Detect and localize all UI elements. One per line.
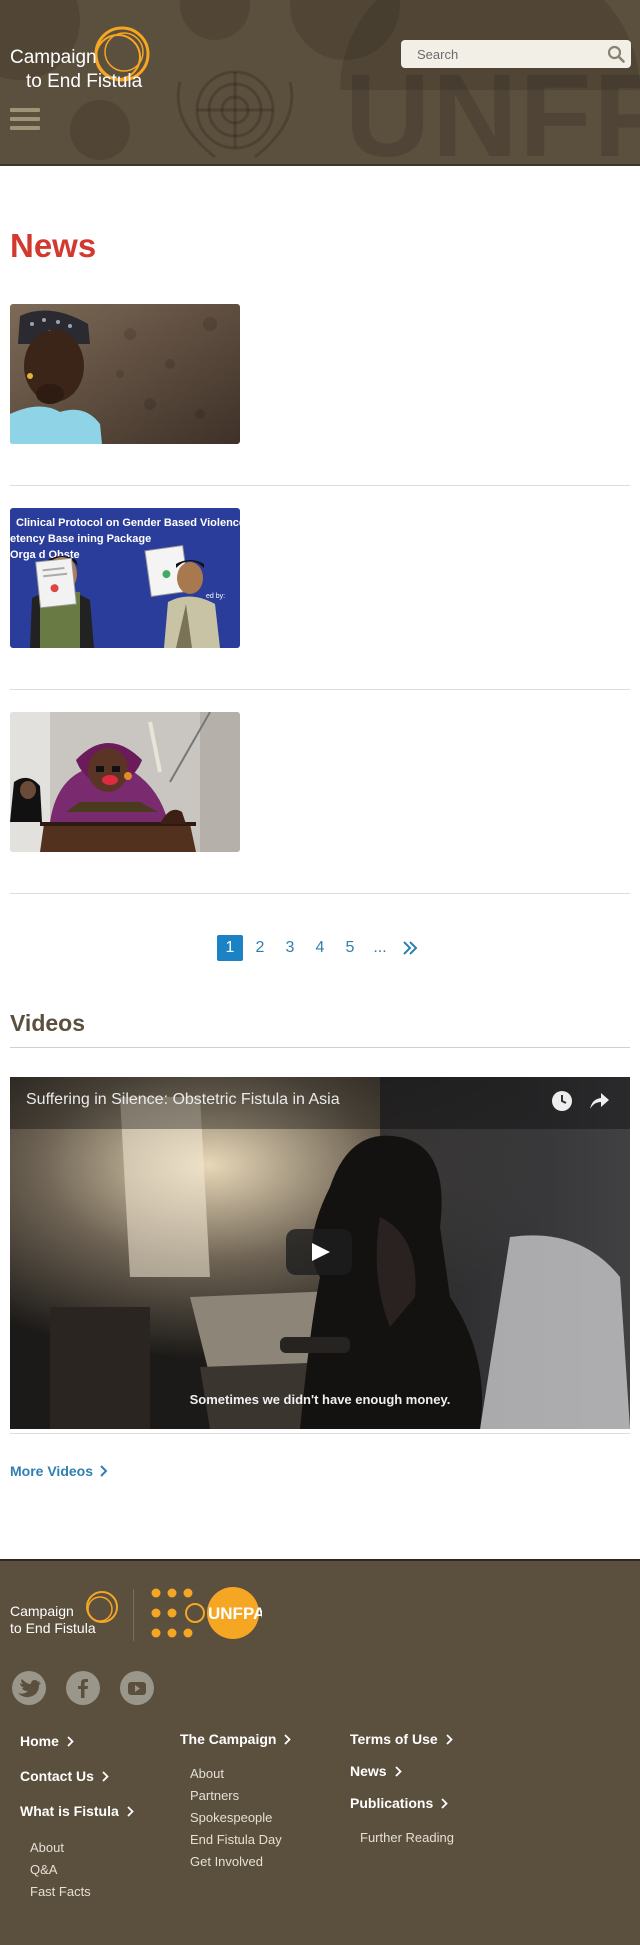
site-footer: Campaign to End Fistula UNFPA Home Conta… xyxy=(0,1559,640,1945)
chevron-right-icon xyxy=(284,1733,292,1745)
news-heading: News xyxy=(10,227,97,264)
search-input[interactable] xyxy=(401,40,601,68)
footer-logo-line-2: to End Fistula xyxy=(10,1620,96,1636)
hamburger-menu-icon[interactable] xyxy=(10,108,40,130)
chevron-right-icon xyxy=(127,1805,134,1817)
footer-link-label: Home xyxy=(20,1733,59,1749)
footer-link-news[interactable]: News xyxy=(350,1761,454,1781)
footer-link-label: Terms of Use xyxy=(350,1731,438,1747)
footer-link-label: What is Fistula xyxy=(20,1803,119,1819)
news-item xyxy=(10,304,630,486)
footer-sublink-get-involved[interactable]: Get Involved xyxy=(190,1851,291,1873)
video-player[interactable]: Suffering in Silence: Obstetric Fistula … xyxy=(10,1077,630,1429)
un-emblem-icon xyxy=(176,70,294,159)
site-header: UNFPA Campaign to End Fistula xyxy=(0,0,640,166)
chevron-right-icon xyxy=(100,1465,108,1477)
footer-link-label: News xyxy=(350,1763,387,1779)
footer-link-the-campaign[interactable]: The Campaign xyxy=(180,1729,292,1749)
pagination: 1 2 3 4 5 ... xyxy=(217,935,423,961)
footer-sublink-about[interactable]: About xyxy=(190,1763,291,1785)
footer-sublink-about[interactable]: About xyxy=(30,1837,134,1859)
footer-link-label: The Campaign xyxy=(180,1731,277,1747)
page-link-1[interactable]: 1 xyxy=(217,935,243,961)
video-title[interactable]: Suffering in Silence: Obstetric Fistula … xyxy=(26,1091,340,1109)
footer-link-what-is-fistula[interactable]: What is Fistula xyxy=(20,1801,134,1821)
news-thumbnail-protocol[interactable]: Clinical Protocol on Gender Based Violen… xyxy=(10,508,240,648)
double-chevron-right-icon[interactable] xyxy=(397,935,423,961)
header-bg-circle xyxy=(70,100,130,160)
chevron-right-icon xyxy=(441,1797,449,1809)
watch-later-clock-icon[interactable] xyxy=(551,1090,573,1112)
banner-text-line-2: etency Base ining Package xyxy=(10,533,151,545)
news-thumbnail-girl[interactable] xyxy=(10,304,240,444)
banner-text-line-1: Clinical Protocol on Gender Based Violen… xyxy=(16,517,240,529)
footer-link-publications[interactable]: Publications xyxy=(350,1793,454,1813)
page-link-3[interactable]: 3 xyxy=(277,935,303,961)
footer-link-home[interactable]: Home xyxy=(20,1731,134,1751)
footer-link-contact-us[interactable]: Contact Us xyxy=(20,1766,134,1786)
video-subtitle-caption: Sometimes we didn't have enough money. xyxy=(189,1392,451,1407)
chevron-right-icon xyxy=(394,1765,402,1777)
search-bar xyxy=(401,40,631,68)
page-link-4[interactable]: 4 xyxy=(307,935,333,961)
chevron-right-icon xyxy=(446,1733,453,1745)
news-item xyxy=(10,712,630,894)
footer-logo-line-1: Campaign xyxy=(10,1603,74,1619)
chevron-right-icon xyxy=(67,1735,74,1747)
play-button-icon[interactable] xyxy=(286,1229,352,1275)
search-icon[interactable] xyxy=(607,45,625,63)
more-videos-label: More Videos xyxy=(10,1463,93,1479)
footer-sublink-partners[interactable]: Partners xyxy=(190,1785,291,1807)
chevron-right-icon xyxy=(102,1770,109,1782)
youtube-icon[interactable] xyxy=(120,1671,154,1705)
footer-logo[interactable]: Campaign to End Fistula xyxy=(10,1589,120,1639)
unfpa-logo-text: UNFPA xyxy=(208,1604,262,1623)
twitter-icon[interactable] xyxy=(12,1671,46,1705)
more-videos-link[interactable]: More Videos xyxy=(10,1463,108,1479)
header-bg-circle xyxy=(180,0,250,40)
footer-logo-divider xyxy=(133,1589,134,1641)
footer-link-label: Contact Us xyxy=(20,1768,94,1784)
footer-sublink-spokespeople[interactable]: Spokespeople xyxy=(190,1807,291,1829)
footer-column-3: Terms of Use News Publications Further R… xyxy=(350,1729,454,1849)
footer-sublink-fast-facts[interactable]: Fast Facts xyxy=(30,1881,134,1903)
footer-link-label: Publications xyxy=(350,1795,434,1811)
site-logo[interactable]: Campaign to End Fistula xyxy=(10,24,160,94)
logo-line-1: Campaign xyxy=(10,47,97,68)
footer-sublink-end-fistula-day[interactable]: End Fistula Day xyxy=(190,1829,291,1851)
footer-sublink-further-reading[interactable]: Further Reading xyxy=(360,1827,454,1849)
page-link-5[interactable]: 5 xyxy=(337,935,363,961)
news-thumbnail-speaker[interactable] xyxy=(10,712,240,852)
page-link-2[interactable]: 2 xyxy=(247,935,273,961)
share-arrow-icon[interactable] xyxy=(588,1090,610,1112)
banner-text-line-4: ed by: xyxy=(206,593,225,600)
unfpa-partner-logo[interactable]: UNFPA xyxy=(150,1587,262,1639)
facebook-icon[interactable] xyxy=(66,1671,100,1705)
footer-column-1: Home Contact Us What is Fistula About Q&… xyxy=(20,1731,134,1903)
footer-column-2: The Campaign About Partners Spokespeople… xyxy=(180,1729,292,1873)
logo-line-2: to End Fistula xyxy=(26,71,143,92)
news-item: Clinical Protocol on Gender Based Violen… xyxy=(10,508,630,690)
pagination-ellipsis: ... xyxy=(373,939,387,956)
footer-link-terms-of-use[interactable]: Terms of Use xyxy=(350,1729,454,1749)
social-links xyxy=(12,1671,174,1705)
video-divider xyxy=(10,1433,630,1434)
videos-divider xyxy=(10,1047,630,1048)
videos-heading: Videos xyxy=(10,1010,85,1036)
footer-sublink-qa[interactable]: Q&A xyxy=(30,1859,134,1881)
